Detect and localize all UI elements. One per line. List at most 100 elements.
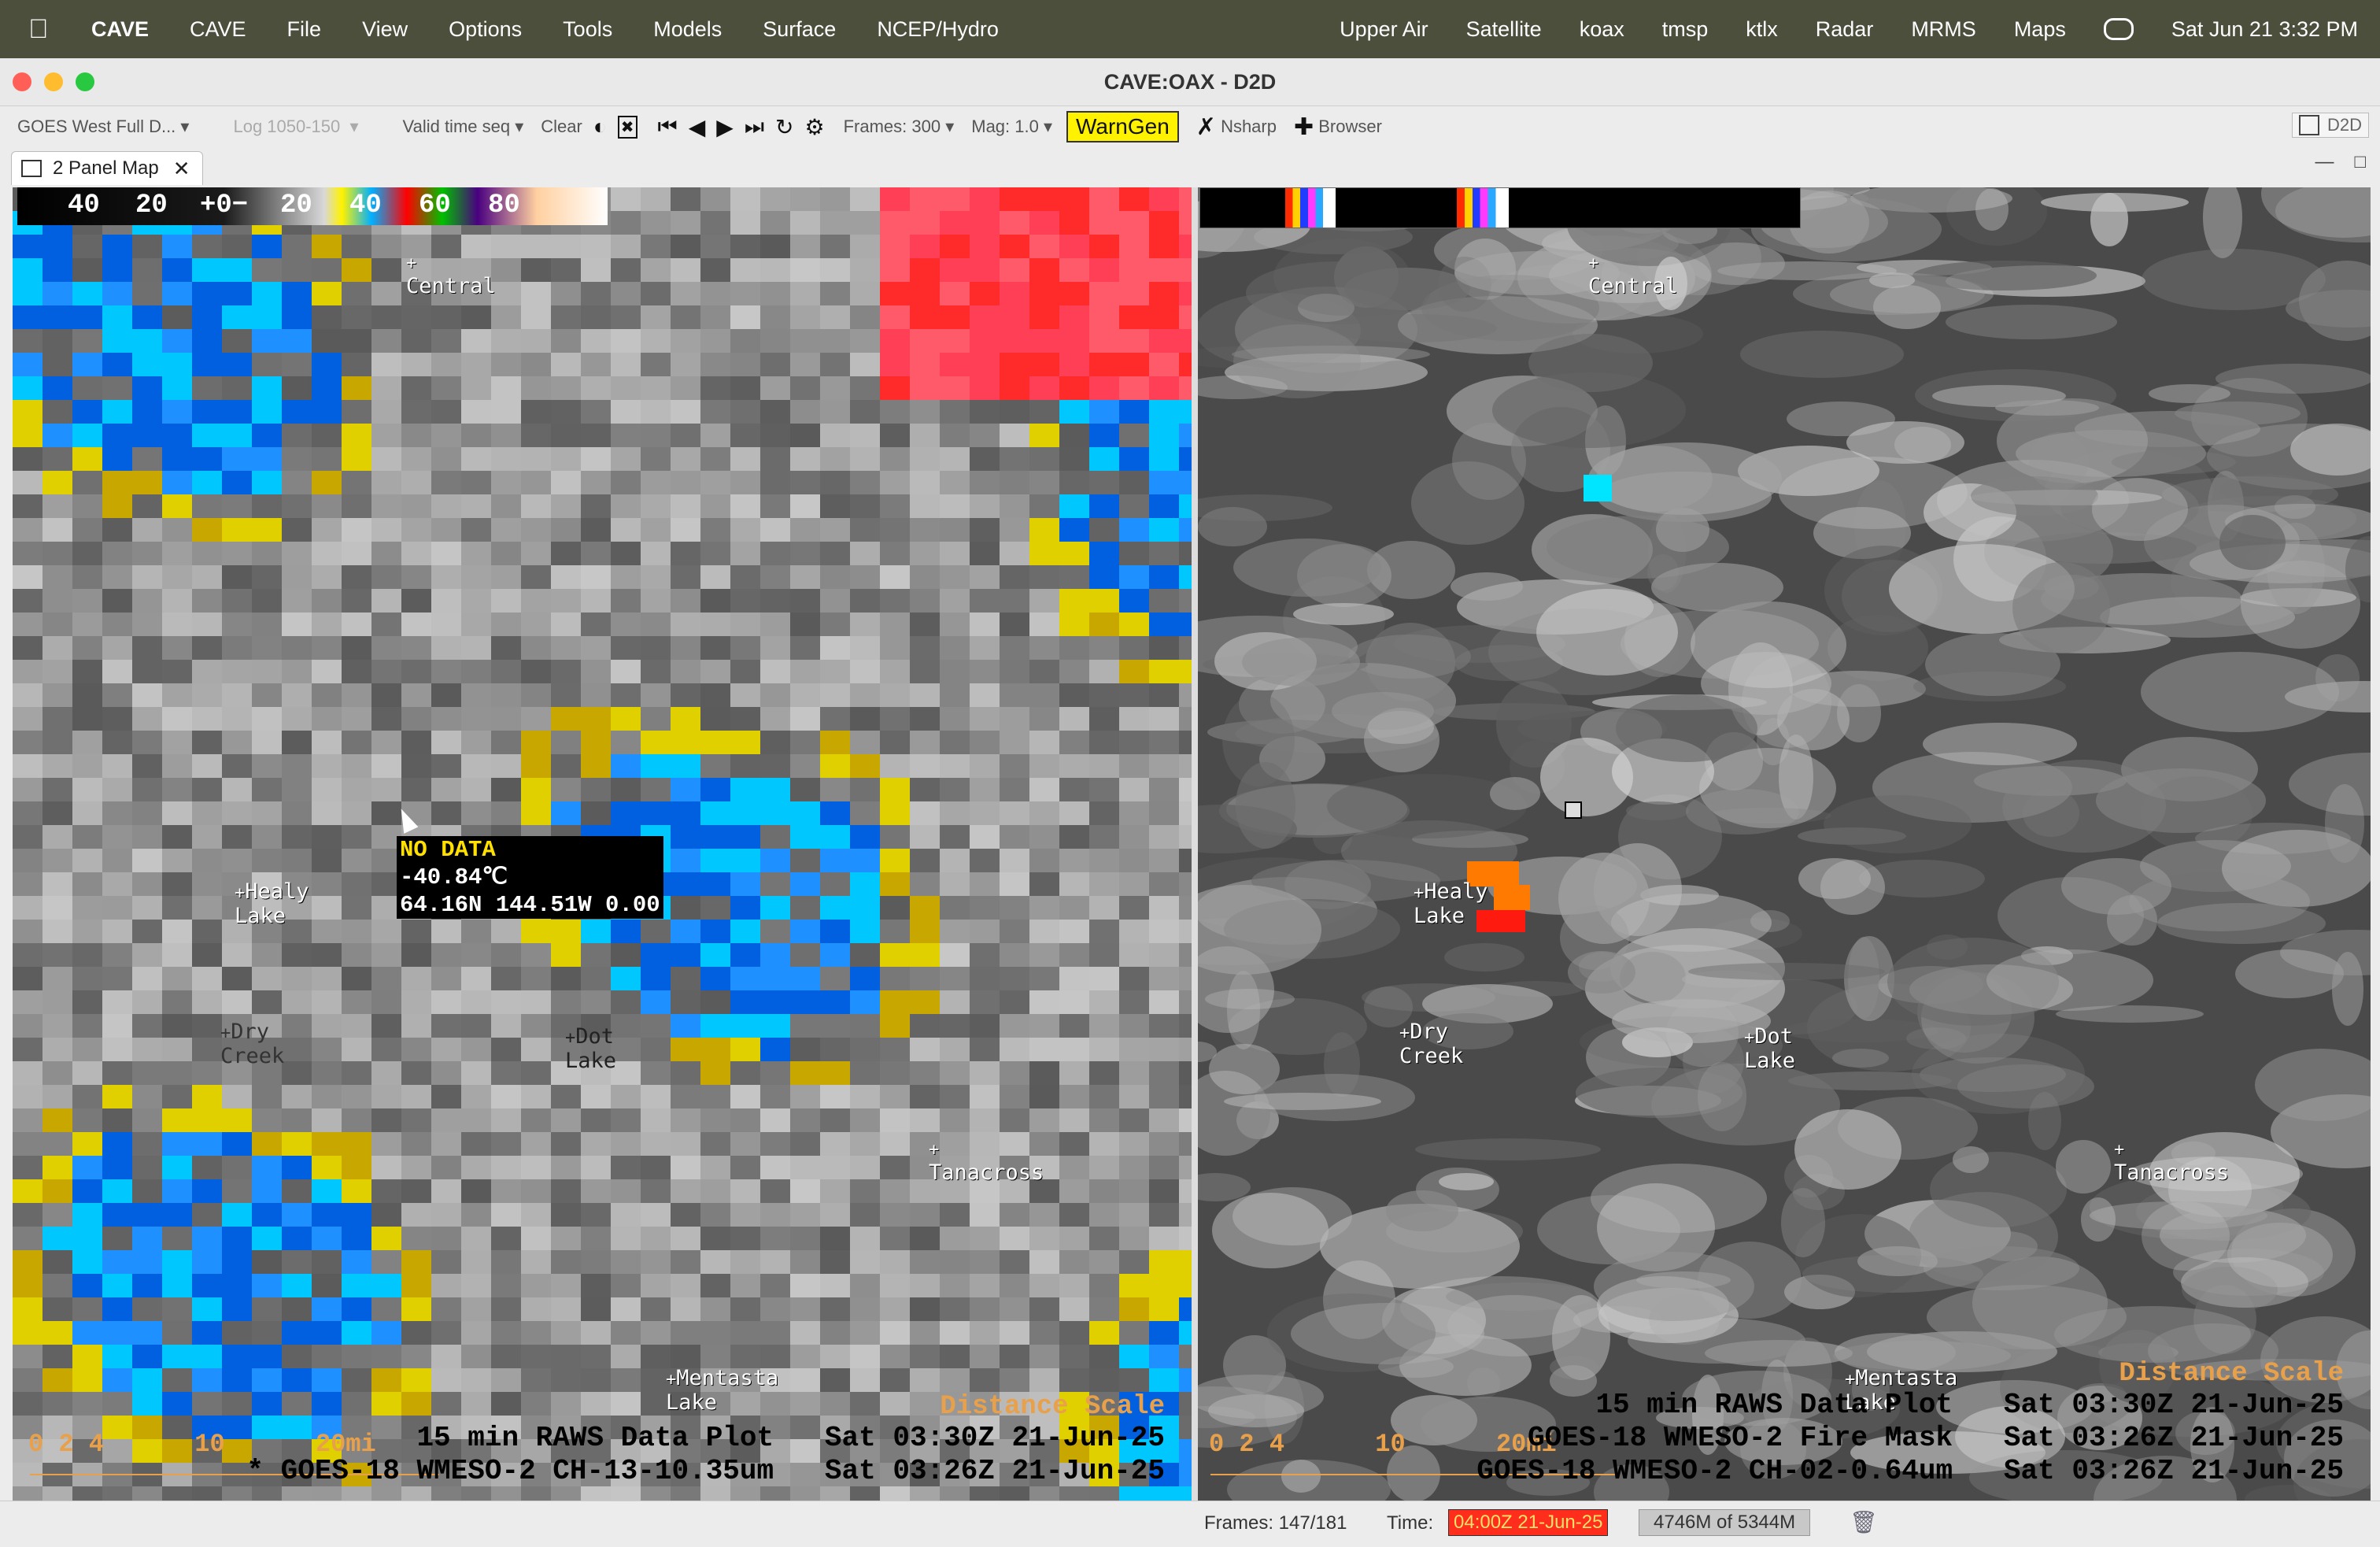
ir-legend-ch13[interactable]: * GOES-18 WMESO-2 CH-13-10.35um Sat 03:2… <box>246 1455 1165 1488</box>
ir-pixel <box>790 636 820 660</box>
menu-tools[interactable]: Tools <box>563 17 612 42</box>
menu-file[interactable]: File <box>287 17 322 42</box>
ir-pixel <box>521 1368 551 1392</box>
ir-pixel <box>192 1486 222 1501</box>
time-seq-dropdown[interactable]: Valid time seq ▾ <box>403 117 524 137</box>
vis-legend-fire-mask[interactable]: GOES-18 WMESO-2 Fire Mask Sat 03:26Z 21-… <box>1528 1422 2344 1455</box>
ir-pixel <box>820 494 850 518</box>
warngen-button[interactable]: WarnGen <box>1066 111 1179 142</box>
menubar-clock[interactable]: Sat Jun 21 3:32 PM <box>2171 17 2358 42</box>
ir-pixel <box>790 1085 820 1108</box>
ir-pixel <box>162 990 192 1014</box>
ir-pixel <box>132 778 162 801</box>
ir-pixel <box>192 589 222 613</box>
ir-pixel <box>342 353 371 376</box>
ir-pixel <box>790 353 820 376</box>
menu-tmsp[interactable]: tmsp <box>1662 17 1709 42</box>
ir-pixel <box>162 660 192 683</box>
menu-radar[interactable]: Radar <box>1816 17 1874 42</box>
ir-pixel <box>222 494 252 518</box>
ir-pixel <box>401 660 431 683</box>
step-forward-icon[interactable]: ▶ <box>716 114 734 140</box>
ir-pixel <box>1059 967 1089 990</box>
ir-pixel <box>700 542 730 565</box>
ir-pixel <box>371 707 401 731</box>
maximize-pane-icon[interactable]: □ <box>2355 151 2367 173</box>
frames-dropdown[interactable]: Frames: 300 ▾ <box>844 117 955 137</box>
control-center-icon[interactable] <box>2103 18 2134 40</box>
menu-upper-air[interactable]: Upper Air <box>1340 17 1428 42</box>
ir-pixel <box>371 1486 401 1501</box>
menu-satellite[interactable]: Satellite <box>1466 17 1542 42</box>
menu-options[interactable]: Options <box>449 17 522 42</box>
menu-maps[interactable]: Maps <box>2014 17 2066 42</box>
ir-pixel <box>102 1038 132 1061</box>
ir-pixel <box>192 542 222 565</box>
map-panel-right-visible[interactable]: + Central +Healy Lake +Dry Creek +Dot Lak… <box>1198 187 2371 1501</box>
close-window-button[interactable] <box>13 72 31 91</box>
ir-pixel <box>312 1345 342 1368</box>
ir-pixel <box>880 1203 910 1227</box>
ir-pixel <box>461 636 491 660</box>
vis-legend-raws[interactable]: 15 min RAWS Data Plot Sat 03:30Z 21-Jun-… <box>1595 1389 2344 1422</box>
mag-dropdown[interactable]: Mag: 1.0 ▾ <box>971 117 1052 137</box>
ir-pixel <box>282 707 312 731</box>
menu-cave[interactable]: CAVE <box>190 17 246 42</box>
ir-pixel <box>850 660 880 683</box>
map-panel-left-ir[interactable]: 40 20 +0− 20 40 60 80 + Central +Healy La… <box>13 187 1192 1501</box>
ir-pixel <box>641 1486 671 1501</box>
ir-pixel <box>431 542 461 565</box>
ir-pixel <box>312 471 342 494</box>
last-frame-icon[interactable]: ⏭ <box>745 114 764 140</box>
ir-pixel <box>1179 636 1192 660</box>
ir-pixel <box>72 943 102 967</box>
menu-view[interactable]: View <box>362 17 408 42</box>
clear-button[interactable]: Clear <box>541 117 582 137</box>
step-back-icon[interactable]: ◀ <box>689 114 706 140</box>
ir-pixel <box>72 1297 102 1321</box>
minimize-window-button[interactable] <box>44 72 63 91</box>
trash-icon[interactable]: 🗑 <box>1850 1509 1878 1535</box>
browser-button[interactable]: ✚ Browser <box>1294 113 1382 141</box>
ir-pixel <box>1029 447 1059 471</box>
ir-pixel <box>252 967 282 990</box>
menu-ncep-hydro[interactable]: NCEP/Hydro <box>877 17 999 42</box>
tab-2-panel-map[interactable]: 2 Panel Map ✕ <box>11 151 203 185</box>
fit-to-screen-icon[interactable]: ✖ <box>617 115 638 139</box>
ir-pixel <box>671 1203 700 1227</box>
ir-pixel <box>790 967 820 990</box>
ir-pixel <box>790 990 820 1014</box>
ir-pixel <box>1179 990 1192 1014</box>
menu-app-name[interactable]: CAVE <box>91 17 149 42</box>
settings-gear-icon[interactable]: ⚙ <box>804 114 824 140</box>
close-tab-icon[interactable]: ✕ <box>173 157 190 181</box>
scale-dropdown[interactable]: Log 1050-150 ▾ <box>233 117 358 137</box>
ir-pixel <box>371 282 401 305</box>
minimize-pane-icon[interactable]: — <box>2315 151 2334 173</box>
menu-ktlx[interactable]: ktlx <box>1746 17 1778 42</box>
contrast-icon[interactable]: ◐ <box>593 114 607 139</box>
ir-pixel <box>72 990 102 1014</box>
product-dropdown[interactable]: GOES West Full D... ▾ <box>17 117 189 137</box>
ir-pixel <box>431 943 461 967</box>
vis-legend-ch02[interactable]: GOES-18 WMESO-2 CH-02-0.64um Sat 03:26Z … <box>1476 1455 2344 1488</box>
ir-pixel <box>13 872 42 896</box>
ir-pixel <box>551 494 581 518</box>
perspective-d2d-button[interactable]: D2D <box>2291 113 2369 138</box>
ir-pixel <box>342 1203 371 1227</box>
ir-pixel <box>850 801 880 825</box>
menu-surface[interactable]: Surface <box>763 17 836 42</box>
ir-legend-raws[interactable]: 15 min RAWS Data Plot Sat 03:30Z 21-Jun-… <box>416 1422 1165 1455</box>
loop-icon[interactable]: ↻ <box>775 114 793 140</box>
ir-pixel <box>760 636 790 660</box>
zoom-window-button[interactable] <box>76 72 94 91</box>
ir-pixel <box>611 305 641 329</box>
first-frame-icon[interactable]: ⏮ <box>658 114 678 140</box>
ir-pixel <box>1059 424 1089 447</box>
nsharp-button[interactable]: ✗ Nsharp <box>1196 113 1277 141</box>
ir-pixel <box>162 683 192 707</box>
menu-koax[interactable]: koax <box>1580 17 1624 42</box>
menu-models[interactable]: Models <box>653 17 722 42</box>
menu-mrms[interactable]: MRMS <box>1911 17 1976 42</box>
apple-icon[interactable]:  <box>28 14 60 45</box>
